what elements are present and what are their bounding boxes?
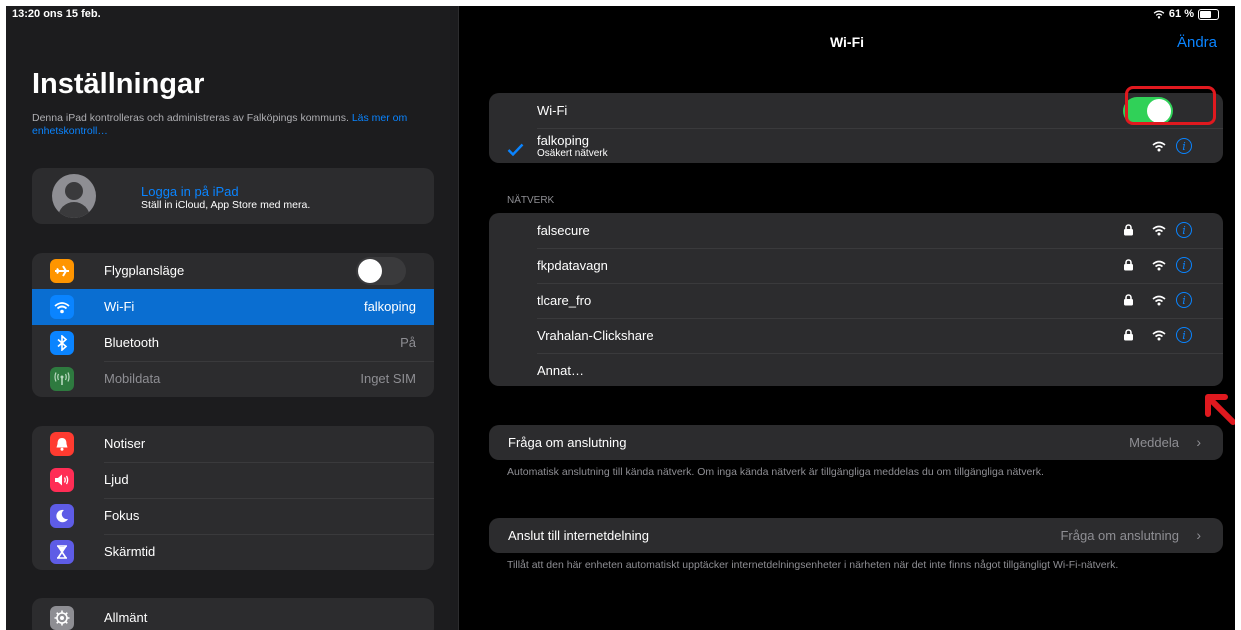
avatar: [52, 174, 96, 218]
bluetooth-icon: [50, 331, 74, 355]
network-name: tlcare_fro: [537, 293, 592, 308]
sidebar-item-label: Flygplansläge: [104, 263, 185, 278]
sidebar-item-skarmtid[interactable]: Skärmtid: [32, 534, 434, 570]
moon-icon: [50, 504, 74, 528]
checkmark-icon: [507, 143, 524, 156]
gear-icon: [50, 606, 74, 630]
notifications-group: Notiser Ljud Fokus Skärmtid: [32, 426, 434, 570]
sidebar-item-value: På: [400, 335, 416, 350]
sidebar-item-label: Ljud: [104, 472, 129, 487]
connectivity-group: Flygplansläge Wi-Fi falkoping Bluetooth …: [32, 253, 434, 397]
bell-icon: [50, 432, 74, 456]
info-icon[interactable]: i: [1176, 327, 1192, 343]
antenna-icon: [50, 367, 74, 391]
wifi-label: Wi-Fi: [537, 103, 568, 118]
ask-to-join-label: Fråga om anslutning: [508, 435, 627, 450]
managed-notice: Denna iPad kontrolleras och administrera…: [32, 112, 452, 138]
speaker-icon: [50, 468, 74, 492]
general-group: Allmänt: [32, 598, 434, 630]
status-wifi-icon: [1153, 10, 1165, 19]
sidebar-item-notiser[interactable]: Notiser: [32, 426, 434, 462]
sidebar-item-label: Skärmtid: [104, 544, 156, 559]
other-network-row[interactable]: Annat…: [489, 353, 1223, 386]
lock-icon: [1124, 224, 1133, 236]
sidebar-item-label: Fokus: [104, 508, 140, 523]
info-icon[interactable]: i: [1176, 138, 1192, 154]
info-icon[interactable]: i: [1176, 222, 1192, 238]
sidebar-item-allmant[interactable]: Allmänt: [32, 600, 434, 630]
network-name: fkpdatavagn: [537, 258, 608, 273]
networks-card: falsecure i fkpdatavagn i tlcare_fro i V…: [489, 213, 1223, 386]
battery-percent: 61 %: [1168, 8, 1194, 20]
ipad-screen: 13:20 ons 15 feb. Inställningar Denna iP…: [6, 6, 1235, 630]
other-network-label: Annat…: [537, 363, 584, 378]
airplane-icon: [50, 259, 74, 283]
sidebar-item-value: Inget SIM: [360, 371, 416, 386]
annotation-arrow: [1205, 394, 1235, 425]
wifi-signal-icon: [1152, 225, 1166, 236]
ask-to-join-value: Meddela: [1129, 435, 1179, 450]
lock-icon: [1124, 294, 1133, 306]
auto-join-hotspot-row[interactable]: Anslut till internetdelning Fråga om ans…: [489, 518, 1223, 553]
wifi-signal-icon: [1152, 295, 1166, 306]
sidebar-item-airplane[interactable]: Flygplansläge: [32, 253, 434, 289]
info-icon[interactable]: i: [1176, 292, 1192, 308]
status-time-date: 13:20 ons 15 feb.: [12, 8, 101, 20]
lock-icon: [1124, 329, 1133, 341]
wifi-signal-icon: [1152, 330, 1166, 341]
sidebar-item-label: Notiser: [104, 436, 146, 451]
connected-network-subtitle: Osäkert nätverk: [537, 148, 608, 159]
chevron-right-icon: ›: [1196, 434, 1201, 450]
hotspot-value: Fråga om anslutning: [1060, 528, 1179, 543]
edit-button[interactable]: Ändra: [1177, 34, 1217, 51]
hotspot-label: Anslut till internetdelning: [508, 528, 649, 543]
sidebar-item-wifi[interactable]: Wi-Fi falkoping: [32, 289, 434, 325]
hotspot-footer: Tillåt att den här enheten automatiskt u…: [507, 559, 1119, 571]
info-icon[interactable]: i: [1176, 257, 1192, 273]
settings-sidebar: 13:20 ons 15 feb. Inställningar Denna iP…: [6, 6, 458, 630]
airplane-toggle[interactable]: [356, 257, 406, 285]
wifi-detail-pane: 61 % Wi-Fi Ändra Wi-Fi falkoping Osäkert…: [459, 6, 1235, 630]
sidebar-item-label: Allmänt: [104, 610, 148, 625]
sidebar-item-label: Bluetooth: [104, 335, 159, 350]
connected-network-name[interactable]: falkoping: [537, 133, 589, 148]
network-name: Vrahalan-Clickshare: [537, 328, 654, 343]
sign-in-subtitle: Ställ in iCloud, App Store med mera.: [141, 199, 311, 211]
sidebar-item-label: Wi-Fi: [104, 299, 135, 314]
wifi-icon: [50, 295, 74, 319]
network-row[interactable]: fkpdatavagn i: [489, 248, 1223, 284]
sidebar-item-fokus[interactable]: Fokus: [32, 498, 434, 534]
annotation-highlight-box: [1125, 86, 1216, 125]
hourglass-icon: [50, 540, 74, 564]
ask-to-join-row[interactable]: Fråga om anslutning Meddela ›: [489, 425, 1223, 460]
network-row[interactable]: Vrahalan-Clickshare i: [489, 318, 1223, 354]
ask-to-join-footer: Automatisk anslutning till kända nätverk…: [507, 466, 1044, 478]
sidebar-item-label: Mobildata: [104, 371, 161, 386]
lock-icon: [1124, 259, 1133, 271]
networks-header: NÄTVERK: [507, 195, 555, 206]
wifi-signal-icon: [1152, 141, 1166, 152]
wifi-signal-icon: [1152, 260, 1166, 271]
sidebar-item-bluetooth[interactable]: Bluetooth På: [32, 325, 434, 361]
chevron-right-icon: ›: [1196, 527, 1201, 543]
account-card[interactable]: Logga in på iPad Ställ in iCloud, App St…: [32, 168, 434, 224]
sidebar-item-mobiledata[interactable]: Mobildata Inget SIM: [32, 361, 434, 397]
sign-in-link[interactable]: Logga in på iPad: [141, 184, 239, 199]
status-right: 61 %: [1153, 8, 1219, 20]
battery-icon: [1198, 8, 1219, 20]
network-row[interactable]: tlcare_fro i: [489, 283, 1223, 319]
network-name: falsecure: [537, 223, 590, 238]
managed-text: Denna iPad kontrolleras och administrera…: [32, 112, 349, 124]
network-row[interactable]: falsecure i: [489, 213, 1223, 249]
page-title: Inställningar: [32, 68, 205, 100]
sidebar-item-value: falkoping: [363, 299, 416, 314]
nav-title: Wi-Fi: [829, 34, 865, 50]
wifi-card: Wi-Fi falkoping Osäkert nätverk i: [489, 93, 1223, 163]
sidebar-item-ljud[interactable]: Ljud: [32, 462, 434, 498]
